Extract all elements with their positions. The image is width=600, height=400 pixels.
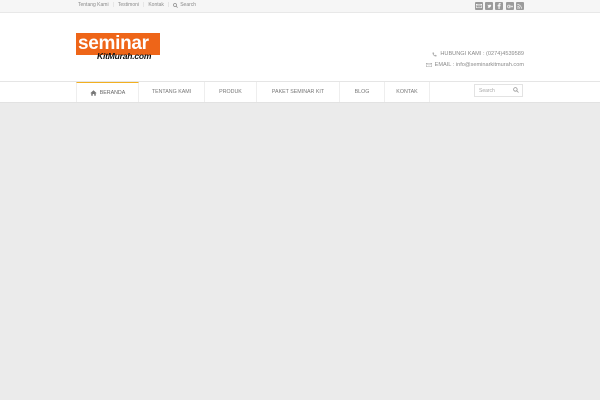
contact-phone: HUBUNGI KAMI : (0274)4539589	[440, 51, 524, 57]
nav-label: PRODUK	[219, 89, 242, 95]
nav-item-beranda[interactable]: BERANDA	[76, 82, 139, 102]
top-link-testimoni[interactable]: Testimoni	[118, 2, 139, 8]
nav-search-input[interactable]	[479, 86, 511, 95]
phone-icon	[432, 52, 437, 57]
nav-item-blog[interactable]: BLOG	[340, 82, 385, 102]
contact-email[interactable]: EMAIL : info@seminarkitmurah.com	[435, 60, 524, 71]
envelope-icon	[425, 62, 432, 67]
nav-item-produk[interactable]: PRODUK	[205, 82, 257, 102]
top-links: Tentang Kami | Testimoni | Kontak | Sear…	[78, 2, 196, 8]
contact-phone-row: HUBUNGI KAMI : (0274)4539589	[426, 49, 524, 60]
twitter-icon[interactable]	[485, 2, 494, 10]
main-menu: BERANDA TENTANG KAMI PRODUK PAKET SEMINA…	[76, 82, 430, 102]
separator: |	[167, 2, 170, 8]
nav-label: TENTANG KAMI	[151, 89, 192, 95]
contact-info: HUBUNGI KAMI : (0274)4539589 EMAIL : inf…	[425, 49, 524, 71]
contact-email-row: EMAIL : info@seminarkitmurah.com	[425, 60, 524, 71]
separator: |	[112, 2, 114, 8]
top-search-label: Search	[180, 2, 197, 8]
top-search-link[interactable]: Search	[173, 2, 196, 8]
nav-label: BERANDA	[99, 89, 126, 96]
nav-label: BLOG	[354, 89, 370, 95]
nav-item-paket-seminar-kit[interactable]: PAKET SEMINAR KIT	[257, 82, 340, 102]
social-icons	[475, 2, 524, 10]
main-content-area	[0, 103, 600, 400]
top-link-kontak[interactable]: Kontak	[148, 2, 164, 8]
top-bar: Tentang Kami | Testimoni | Kontak | Sear…	[0, 0, 600, 13]
nav-search-box	[474, 84, 523, 97]
nav-label: KONTAK	[396, 89, 418, 95]
separator: |	[143, 2, 145, 8]
home-icon	[89, 89, 97, 96]
facebook-icon[interactable]	[495, 2, 504, 10]
nav-item-kontak[interactable]: KONTAK	[385, 82, 430, 102]
logo-text-sub: KitMurah.com	[97, 51, 152, 61]
email-icon[interactable]	[475, 2, 483, 10]
nav-item-tentang-kami[interactable]: TENTANG KAMI	[139, 82, 205, 102]
site-header: seminar KitMurah.com HUBUNGI KAMI : (027…	[0, 13, 600, 82]
google-plus-icon[interactable]	[505, 2, 514, 10]
rss-icon[interactable]	[515, 2, 524, 10]
search-icon	[173, 2, 179, 8]
search-icon[interactable]	[513, 87, 519, 93]
top-link-tentang-kami[interactable]: Tentang Kami	[78, 2, 109, 8]
nav-label: PAKET SEMINAR KIT	[271, 89, 325, 95]
site-logo[interactable]: seminar KitMurah.com	[76, 33, 160, 70]
